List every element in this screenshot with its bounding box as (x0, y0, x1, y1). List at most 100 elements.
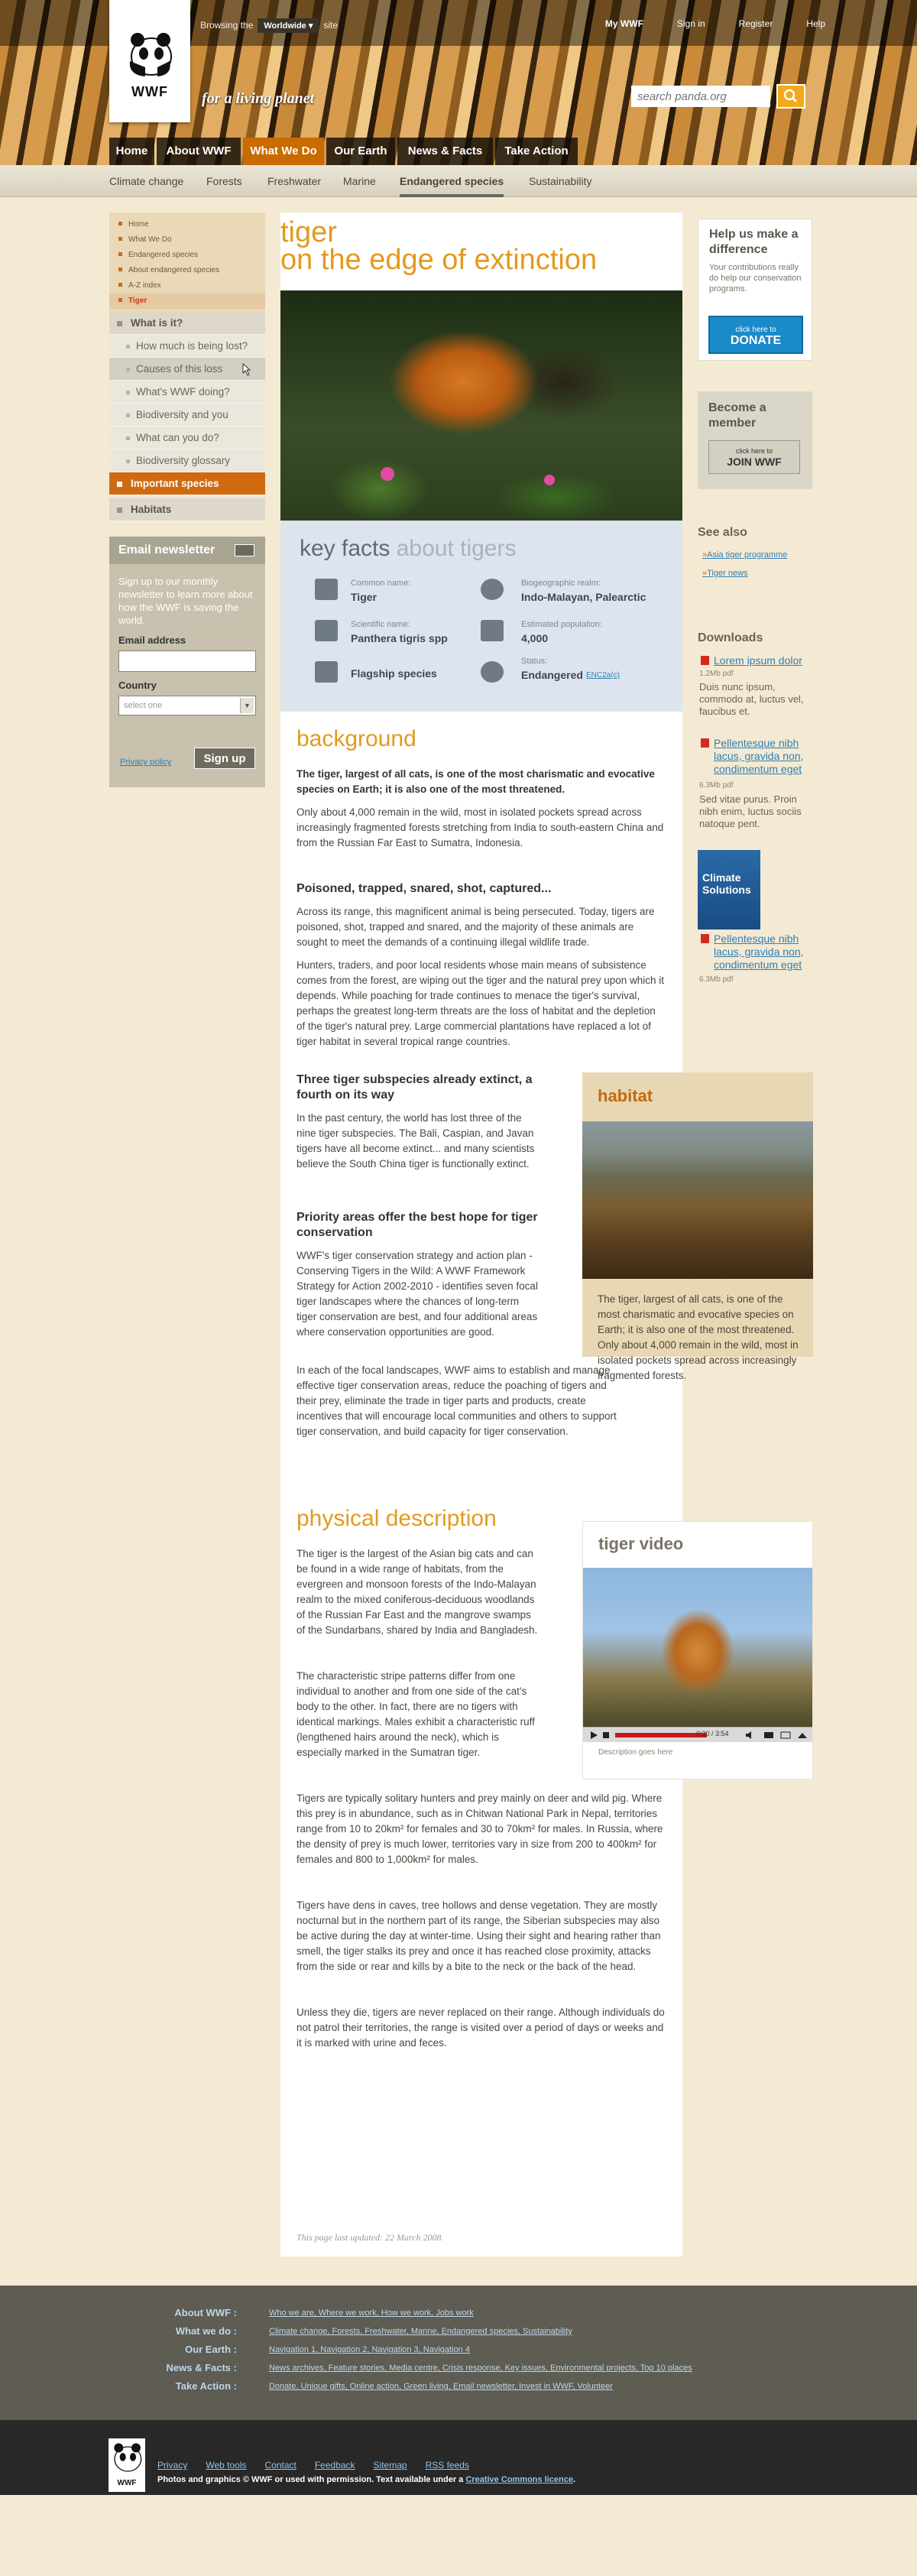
sidemenu-item[interactable]: Biodiversity glossary (109, 449, 265, 472)
subheading: Poisoned, trapped, snared, shot, capture… (296, 882, 552, 895)
subnav-climate-change[interactable]: Climate change (109, 165, 183, 197)
email-field[interactable] (118, 650, 256, 672)
footer-label: About WWF : (174, 2307, 237, 2318)
nav-home[interactable]: Home (109, 138, 154, 165)
footer-bottom: WWF Privacy Web tools Contact Feedback Sitem… (0, 2420, 917, 2495)
register-link[interactable]: Register (739, 18, 773, 29)
wwf-logo[interactable]: WWF (109, 0, 190, 122)
join-wwf-button[interactable]: click here to JOIN WWF (708, 440, 800, 474)
search-input[interactable] (631, 86, 770, 107)
subnav-sustainability[interactable]: Sustainability (529, 165, 592, 197)
breadcrumb-item[interactable]: About endangered species (109, 263, 265, 278)
physical-p1: The tiger is the largest of the Asian bi… (296, 1548, 538, 1636)
breadcrumb-item[interactable]: Endangered species (109, 248, 265, 263)
nav-news-facts[interactable]: News & Facts (397, 138, 493, 165)
download-link[interactable]: Pellentesque nibh lacus, gravida non, co… (714, 933, 821, 972)
sidemenu-habitats[interactable]: Habitats (109, 498, 265, 521)
habitat-title: habitat (598, 1086, 653, 1105)
newsletter-text: Sign up to our monthly newsletter to lea… (118, 576, 253, 626)
footer-nav-link[interactable]: Contact (264, 2460, 296, 2471)
footer-label: News & Facts : (166, 2362, 238, 2373)
footer-links[interactable]: Navigation 1, Navigation 2, Navigation 3… (269, 2345, 470, 2354)
sidemenu-item[interactable]: How much is being lost? (109, 335, 265, 358)
subnav-marine[interactable]: Marine (343, 165, 376, 197)
site-dropdown[interactable]: Worldwide ▾ (258, 18, 319, 33)
background-p2: Across its range, this magnificent anima… (296, 906, 655, 948)
skull-icon (481, 661, 504, 683)
see-also-link[interactable]: Tiger news (702, 569, 747, 578)
privacy-policy-link[interactable]: Privacy policy (120, 758, 171, 767)
settings-icon[interactable] (763, 1731, 774, 1740)
sidemenu-item[interactable]: What can you do? (109, 427, 265, 449)
globe-icon (481, 579, 504, 600)
footer-links[interactable]: News archives, Feature stories, Media ce… (269, 2363, 692, 2373)
video-progress[interactable] (615, 1733, 707, 1737)
cover-text: Climate Solutions (702, 871, 751, 896)
panda-icon (129, 33, 172, 76)
donate-button[interactable]: click here to DONATE (708, 316, 803, 354)
physical-p4: Tigers have dens in caves, tree hollows … (296, 1900, 661, 1972)
nav-what-we-do[interactable]: What We Do (243, 138, 324, 165)
sign-in-link[interactable]: Sign in (677, 18, 705, 29)
search-button[interactable] (776, 84, 805, 109)
popout-icon[interactable] (780, 1731, 791, 1740)
key-facts-title-sub: about tigers (396, 536, 517, 561)
site-label: site (323, 20, 339, 31)
breadcrumb-item[interactable]: Home (109, 217, 265, 232)
site-selector: Browsing the Worldwide ▾ site (200, 18, 338, 33)
background-p1: Only about 4,000 remain in the wild, mos… (296, 806, 664, 848)
creative-commons-link[interactable]: Creative Commons licence (465, 2475, 573, 2484)
download-link[interactable]: Lorem ipsum dolor (714, 654, 821, 667)
nav-about-wwf[interactable]: About WWF (157, 138, 241, 165)
sidemenu-important-species[interactable]: Important species (109, 472, 265, 495)
footer-nav-link[interactable]: Sitemap (374, 2460, 407, 2471)
download-link[interactable]: Pellentesque nibh lacus, gravida non, co… (714, 737, 821, 776)
footer-nav-link[interactable]: RSS feeds (426, 2460, 469, 2471)
download-desc: Sed vitae purus. Proin nibh enim, luctus… (699, 793, 802, 829)
play-icon[interactable] (589, 1731, 598, 1740)
sidemenu-item[interactable]: Biodiversity and you (109, 404, 265, 427)
stop-icon[interactable] (601, 1731, 611, 1740)
kf-label: Estimated population: (521, 620, 602, 629)
newsletter-header: Email newsletter (109, 537, 265, 564)
video-player[interactable] (583, 1568, 812, 1727)
breadcrumb-item[interactable]: What We Do (109, 232, 265, 248)
nav-take-action[interactable]: Take Action (495, 138, 578, 165)
join-button-sub: click here to (735, 447, 773, 455)
my-wwf-link[interactable]: My WWF (605, 18, 643, 29)
subnav-forests[interactable]: Forests (206, 165, 242, 197)
see-also-link[interactable]: Asia tiger programme (702, 550, 787, 560)
footer-nav-link[interactable]: Feedback (315, 2460, 355, 2471)
subnav-freshwater[interactable]: Freshwater (267, 165, 321, 197)
kf-value: Tiger (351, 591, 377, 603)
footer-label: Our Earth : (185, 2344, 237, 2355)
footer-links[interactable]: Who we are, Where we work, How we work, … (269, 2308, 474, 2318)
download-desc: Duis nunc ipsum, commodo at, luctus vel,… (699, 681, 804, 717)
nav-our-earth[interactable]: Our Earth (326, 138, 395, 165)
page-subtitle: on the edge of extinction (280, 244, 598, 276)
footer-links[interactable]: Donate, Unique gifts, Online action, Gre… (269, 2382, 613, 2391)
last-updated: This page last updated: 22 March 2008. (296, 2232, 444, 2243)
country-select[interactable]: select one ▼ (118, 696, 256, 715)
downloads-title: Downloads (698, 631, 763, 644)
footer-nav: Privacy Web tools Contact Feedback Sitemap RS… (157, 2460, 488, 2471)
footer-nav-link[interactable]: Privacy (157, 2460, 187, 2471)
breadcrumb-current[interactable]: Tiger (109, 294, 265, 309)
footer-nav-link[interactable]: Web tools (206, 2460, 246, 2471)
footer-label: What we do : (175, 2325, 237, 2337)
footer-links[interactable]: Climate change, Forests, Freshwater, Mar… (269, 2327, 572, 2336)
footer-logo[interactable]: WWF (109, 2438, 145, 2492)
kf-value: 4,000 (521, 632, 549, 644)
breadcrumb-item[interactable]: A-Z index (109, 278, 265, 294)
sidemenu-what-is-it[interactable]: What is it? (109, 312, 265, 335)
report-cover-image[interactable]: Climate Solutions (698, 850, 760, 930)
fullscreen-icon[interactable] (797, 1731, 808, 1740)
volume-icon[interactable] (745, 1731, 756, 1740)
help-link[interactable]: Help (806, 18, 825, 29)
sidemenu-item[interactable]: What's WWF doing? (109, 381, 265, 404)
member-box: Become a member click here to JOIN WWF (698, 391, 812, 489)
subnav-endangered-species[interactable]: Endangered species (400, 165, 504, 197)
status-link[interactable]: ENC2a(c) (586, 671, 620, 680)
signup-button[interactable]: Sign up (194, 748, 255, 769)
newsletter-title: Email newsletter (118, 543, 215, 556)
